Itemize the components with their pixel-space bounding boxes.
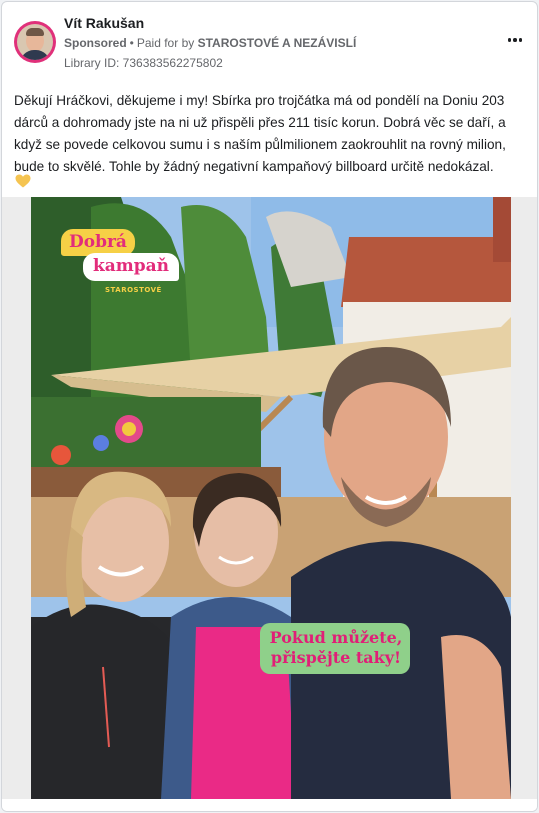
ad-photo[interactable]: Dobrá kampaň STAROSTOVÉ Pokud můžete, př… bbox=[31, 197, 511, 799]
sponsored-line: Sponsored • Paid for by STAROSTOVÉ A NEZÁV… bbox=[64, 36, 356, 50]
author-name[interactable]: Vít Rakušan bbox=[64, 15, 144, 31]
paid-for-by[interactable]: STAROSTOVÉ A NEZÁVISLÍ bbox=[198, 36, 357, 50]
library-id: Library ID: 736383562275802 bbox=[64, 56, 223, 70]
badge-brand-logo: STAROSTOVÉ bbox=[105, 286, 162, 294]
badge-kampan: kampaň bbox=[83, 253, 180, 281]
selfie-illustration bbox=[31, 197, 511, 799]
badge-dobra: Dobrá bbox=[61, 229, 135, 256]
card-footer-strip bbox=[2, 799, 537, 811]
cta-bubble: Pokud můžete, přispějte taky! bbox=[260, 623, 410, 674]
more-dot-icon bbox=[518, 38, 523, 42]
ad-card: Vít Rakušan Sponsored • Paid for by STAROS… bbox=[1, 1, 538, 812]
more-options-button[interactable] bbox=[503, 30, 527, 50]
post-text: Děkují Hráčkovi, děkujeme i my! Sbírka p… bbox=[14, 93, 506, 174]
more-dot-icon bbox=[507, 38, 512, 42]
paid-for-prefix: Paid for by bbox=[136, 36, 195, 50]
more-dot-icon bbox=[513, 38, 517, 42]
post-header: Vít Rakušan Sponsored • Paid for by STAROS… bbox=[14, 14, 527, 74]
yellow-heart-icon bbox=[15, 174, 31, 188]
separator-dot: • bbox=[129, 36, 134, 50]
avatar[interactable] bbox=[14, 21, 56, 63]
avatar-photo bbox=[17, 24, 53, 60]
sponsored-label: Sponsored bbox=[64, 36, 127, 50]
ad-media[interactable]: Dobrá kampaň STAROSTOVÉ Pokud můžete, př… bbox=[2, 197, 537, 799]
